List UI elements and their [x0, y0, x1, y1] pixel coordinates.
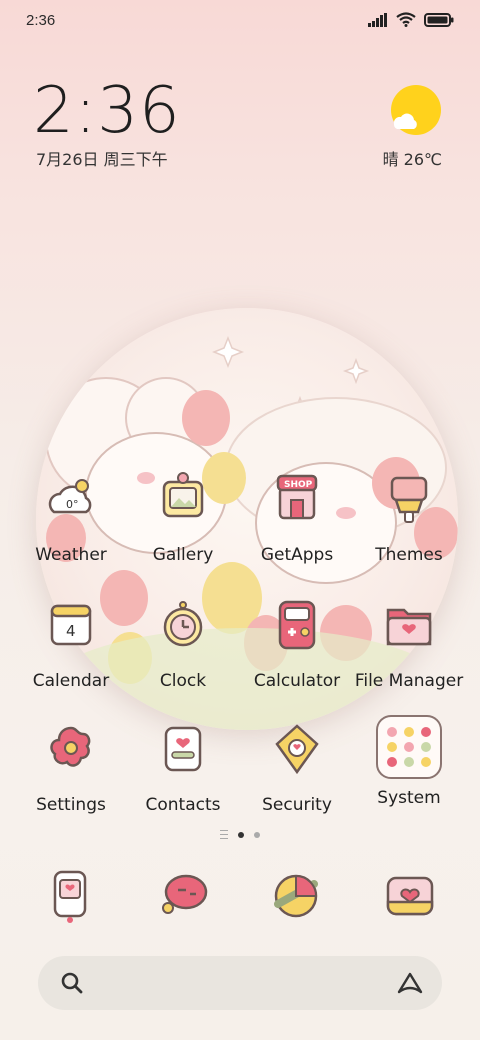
page-dot-active — [238, 831, 244, 838]
app-getapps[interactable]: SHOP GetApps — [238, 470, 356, 565]
shop-icon: SHOP — [276, 474, 318, 520]
assistant-icon[interactable] — [396, 971, 424, 995]
app-label: Calendar — [32, 671, 110, 691]
browser-icon — [274, 874, 318, 918]
dock-browser[interactable] — [266, 866, 326, 926]
battery-icon — [424, 12, 454, 27]
app-settings[interactable]: Settings — [12, 720, 130, 815]
app-label: GetApps — [260, 545, 334, 565]
contacts-icon — [164, 726, 202, 772]
app-gallery[interactable]: Gallery — [124, 470, 242, 565]
calculator-icon — [278, 600, 316, 650]
sun-cloud-icon — [391, 85, 441, 135]
clock-widget-date[interactable]: 7月26日 周三下午 — [36, 146, 168, 170]
page-indicator[interactable] — [0, 830, 480, 839]
app-contacts[interactable]: Contacts — [124, 720, 242, 815]
app-clock[interactable]: Clock — [124, 596, 242, 691]
app-label: System — [377, 788, 441, 808]
shield-icon — [275, 724, 319, 775]
app-themes[interactable]: Themes — [350, 470, 468, 565]
search-bar[interactable] — [38, 956, 442, 1010]
dock — [0, 866, 480, 926]
messages-icon — [162, 874, 208, 914]
app-label: Calculator — [253, 671, 341, 691]
shop-badge: SHOP — [284, 480, 313, 490]
phone-icon — [53, 870, 87, 923]
status-time: 2:36 — [26, 12, 56, 29]
clock-icon — [163, 601, 203, 647]
signal-icon — [368, 12, 387, 27]
app-label: Gallery — [152, 545, 214, 565]
app-label: Themes — [375, 545, 443, 565]
status-bar: 2:36 — [0, 0, 480, 42]
search-icon — [61, 972, 83, 994]
app-label: File Manager — [354, 671, 464, 691]
app-label: Contacts — [145, 795, 221, 815]
themes-icon — [390, 476, 428, 523]
weather-widget-text[interactable]: 晴 26℃ — [383, 146, 442, 170]
wifi-icon — [396, 12, 416, 27]
settings-icon — [50, 726, 91, 767]
calendar-day: 4 — [66, 622, 76, 640]
app-calendar[interactable]: 4 Calendar — [12, 596, 130, 691]
dock-phone[interactable] — [40, 866, 100, 926]
app-calculator[interactable]: Calculator — [238, 596, 356, 691]
app-weather[interactable]: 0° Weather — [12, 470, 130, 565]
app-file-manager[interactable]: File Manager — [350, 596, 468, 691]
feed-page-icon — [220, 830, 228, 839]
calendar-icon: 4 — [50, 604, 92, 646]
app-label: Clock — [159, 671, 207, 691]
page-dot — [254, 831, 260, 838]
weather-icon: 0° — [48, 479, 92, 514]
folder-grid-icon — [376, 715, 442, 779]
weather-widget[interactable] — [388, 84, 444, 145]
weather-app-temp: 0° — [66, 498, 79, 511]
app-label: Security — [262, 795, 332, 815]
dock-messages[interactable] — [154, 866, 214, 926]
camera-icon — [386, 876, 434, 916]
app-security[interactable]: Security — [238, 720, 356, 815]
app-label: Weather — [35, 545, 107, 565]
clock-widget-time[interactable]: 2:36 — [33, 74, 181, 148]
app-label: Settings — [36, 795, 106, 815]
status-icons — [368, 12, 454, 27]
app-system-folder[interactable]: System — [350, 714, 468, 808]
gallery-icon — [162, 472, 204, 518]
folder-icon — [386, 608, 432, 646]
dock-camera[interactable] — [380, 866, 440, 926]
